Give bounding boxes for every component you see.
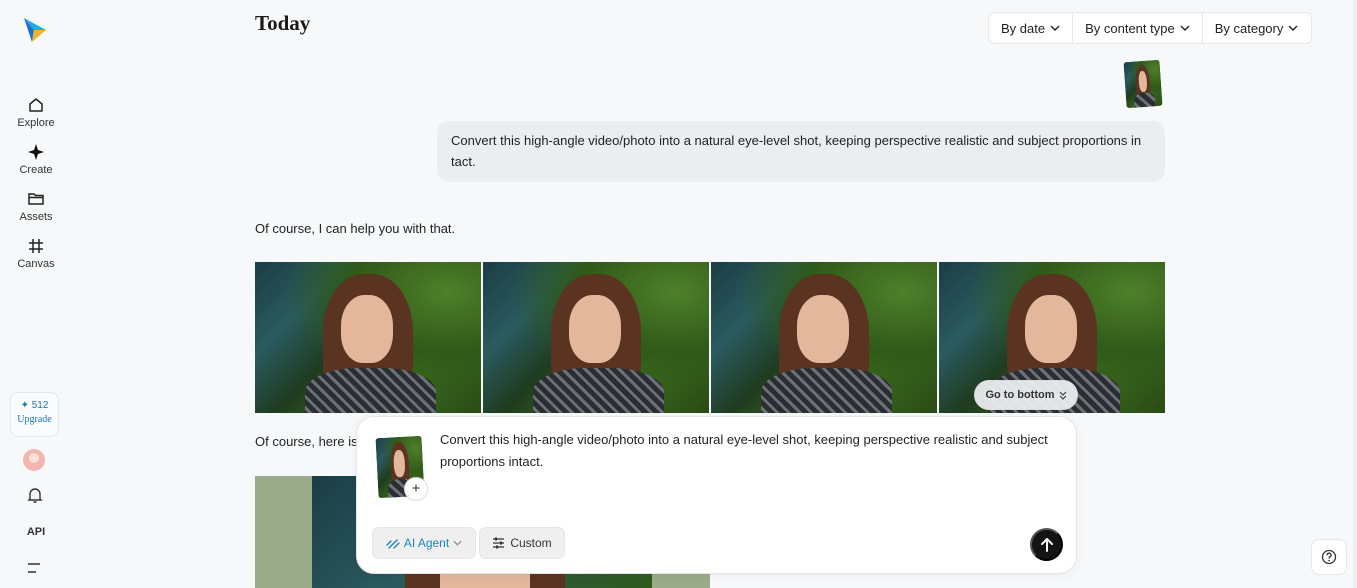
filter-by-content-type[interactable]: By content type <box>1072 13 1202 43</box>
send-button[interactable] <box>1030 528 1063 561</box>
agent-icon <box>386 539 400 549</box>
avatar[interactable] <box>23 449 45 471</box>
result-image[interactable] <box>483 262 709 413</box>
chevron-down-icon <box>1288 25 1298 31</box>
sidebar-item-label: Create <box>19 164 53 176</box>
folder-icon <box>28 193 44 205</box>
sparkle-icon <box>28 144 44 160</box>
custom-settings-button[interactable]: Custom <box>479 527 565 559</box>
result-image[interactable] <box>255 262 481 413</box>
frame-icon <box>29 239 43 253</box>
go-to-bottom-button[interactable]: Go to bottom <box>974 380 1078 410</box>
page-title: Today <box>255 11 311 35</box>
credits-count: 512 <box>31 400 49 411</box>
prompt-composer: + Convert this high-angle video/photo in… <box>356 416 1077 574</box>
credits-badge[interactable]: ✦ 512 Upgrade <box>10 392 59 437</box>
sidebar-item-assets[interactable]: Assets <box>0 190 72 223</box>
sidebar-item-explore[interactable]: Explore <box>0 96 72 129</box>
assistant-reply: Of course, I can help you with that. <box>255 221 456 236</box>
scrollbar[interactable] <box>1353 0 1357 588</box>
chevron-down-icon <box>1180 25 1190 31</box>
sparkle-icon: ✦ <box>20 400 29 411</box>
filter-by-category[interactable]: By category <box>1201 13 1311 43</box>
filter-by-date[interactable]: By date <box>989 13 1072 43</box>
user-message: Convert this high-angle video/photo into… <box>437 121 1165 182</box>
assistant-reply: Of course, here is <box>255 434 358 449</box>
sidebar-item-label: Assets <box>19 211 53 223</box>
user-attachment-thumbnail[interactable] <box>1123 59 1163 109</box>
filter-bar: By date By content type By category <box>988 12 1312 44</box>
sidebar-item-create[interactable]: Create <box>0 143 72 176</box>
chevron-down-icon <box>1050 25 1060 31</box>
home-icon <box>29 98 43 112</box>
double-chevron-down-icon <box>1059 391 1066 400</box>
ai-agent-selector[interactable]: AI Agent <box>372 527 476 559</box>
sidebar-item-label: Explore <box>17 117 55 129</box>
chevron-down-icon <box>453 540 462 546</box>
sidebar: Explore Create Assets Canvas ✦ 512 Upgra… <box>0 0 72 588</box>
api-link[interactable]: API <box>0 526 72 538</box>
upgrade-link[interactable]: Upgrade <box>11 414 58 425</box>
menu-icon[interactable] <box>27 562 41 574</box>
arrow-up-icon <box>1040 538 1053 552</box>
result-image[interactable] <box>711 262 937 413</box>
bell-icon[interactable] <box>27 487 43 504</box>
help-icon <box>1321 549 1337 565</box>
add-attachment-button[interactable]: + <box>404 477 428 501</box>
help-button[interactable] <box>1311 539 1347 575</box>
prompt-input[interactable]: Convert this high-angle video/photo into… <box>440 429 1070 473</box>
sliders-icon <box>493 537 505 549</box>
sidebar-item-label: Canvas <box>17 258 55 270</box>
logo-icon[interactable] <box>22 16 48 44</box>
sidebar-item-canvas[interactable]: Canvas <box>0 237 72 270</box>
